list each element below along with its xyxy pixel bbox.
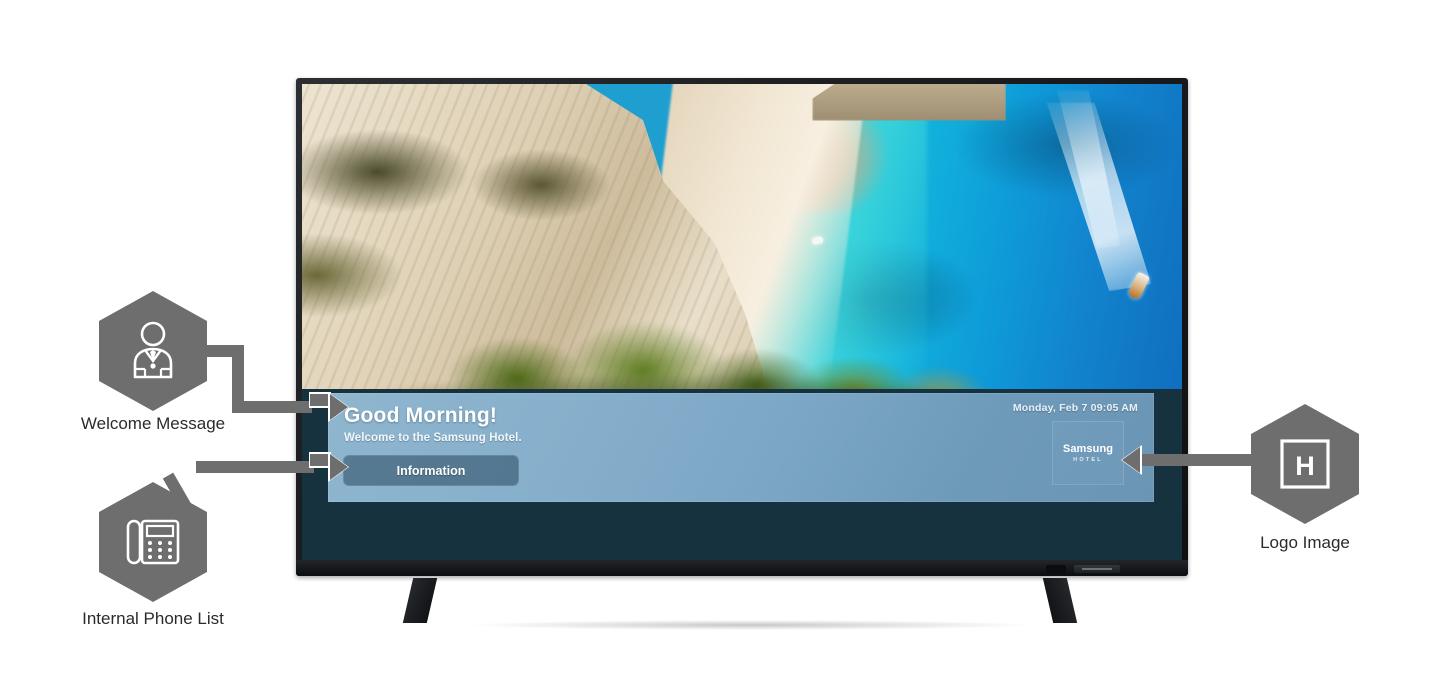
photo-rock-shoulder — [812, 84, 1006, 121]
connector-phone-segment-2 — [196, 461, 314, 473]
logo-wordmark: Samsung — [1062, 443, 1114, 455]
arrow-phone-stub — [310, 454, 330, 466]
page-root: Good Morning! Welcome to the Samsung Hot… — [0, 0, 1440, 700]
concierge-person-icon — [133, 321, 173, 379]
badge-logo-image: H — [1251, 404, 1359, 524]
information-button[interactable]: Information — [343, 455, 519, 486]
hotel-home-overlay: Good Morning! Welcome to the Samsung Hot… — [302, 389, 1182, 562]
welcome-message-panel: Good Morning! Welcome to the Samsung Hot… — [328, 393, 1154, 502]
tv-leg-right — [1042, 578, 1078, 623]
desk-phone-icon — [126, 519, 180, 565]
connector-logo-segment-1 — [1140, 454, 1255, 466]
welcome-greeting: Good Morning! — [344, 404, 498, 427]
date-time-display: Monday, Feb 7 09:05 AM — [1012, 402, 1138, 414]
label-logo-image: Logo Image — [1260, 533, 1350, 552]
television-unit: Good Morning! Welcome to the Samsung Hot… — [296, 78, 1192, 632]
arrow-welcome-fill — [330, 394, 348, 420]
background-photo — [302, 84, 1182, 389]
connector-welcome-segment-3 — [232, 401, 312, 413]
arrow-welcome-stub — [310, 394, 330, 406]
welcome-subtitle: Welcome to the Samsung Hotel. — [344, 432, 522, 444]
badge-welcome-message — [99, 291, 207, 411]
svg-text:H: H — [1295, 451, 1315, 481]
hotel-logo-image: Samsung HOTEL — [1052, 421, 1124, 485]
tv-screen: Good Morning! Welcome to the Samsung Hot… — [302, 84, 1182, 562]
label-welcome-message: Welcome Message — [80, 414, 226, 433]
tv-leg-left — [402, 578, 438, 623]
arrow-logo-fill — [1122, 447, 1140, 473]
badge-internal-phone-list — [99, 482, 207, 602]
tv-brand-badge — [1074, 565, 1120, 573]
tv-ir-sensor — [1046, 565, 1066, 574]
label-internal-phone-list: Internal Phone List — [82, 609, 224, 628]
tv-bezel: Good Morning! Welcome to the Samsung Hot… — [296, 78, 1188, 576]
photo-foliage-shadow — [346, 352, 1156, 389]
tv-floor-shadow — [356, 618, 1146, 632]
hotel-h-icon: H — [1280, 439, 1330, 489]
arrow-phone-fill — [330, 454, 348, 480]
logo-subtext: HOTEL — [1073, 457, 1103, 463]
tv-bottom-chin — [296, 560, 1188, 576]
